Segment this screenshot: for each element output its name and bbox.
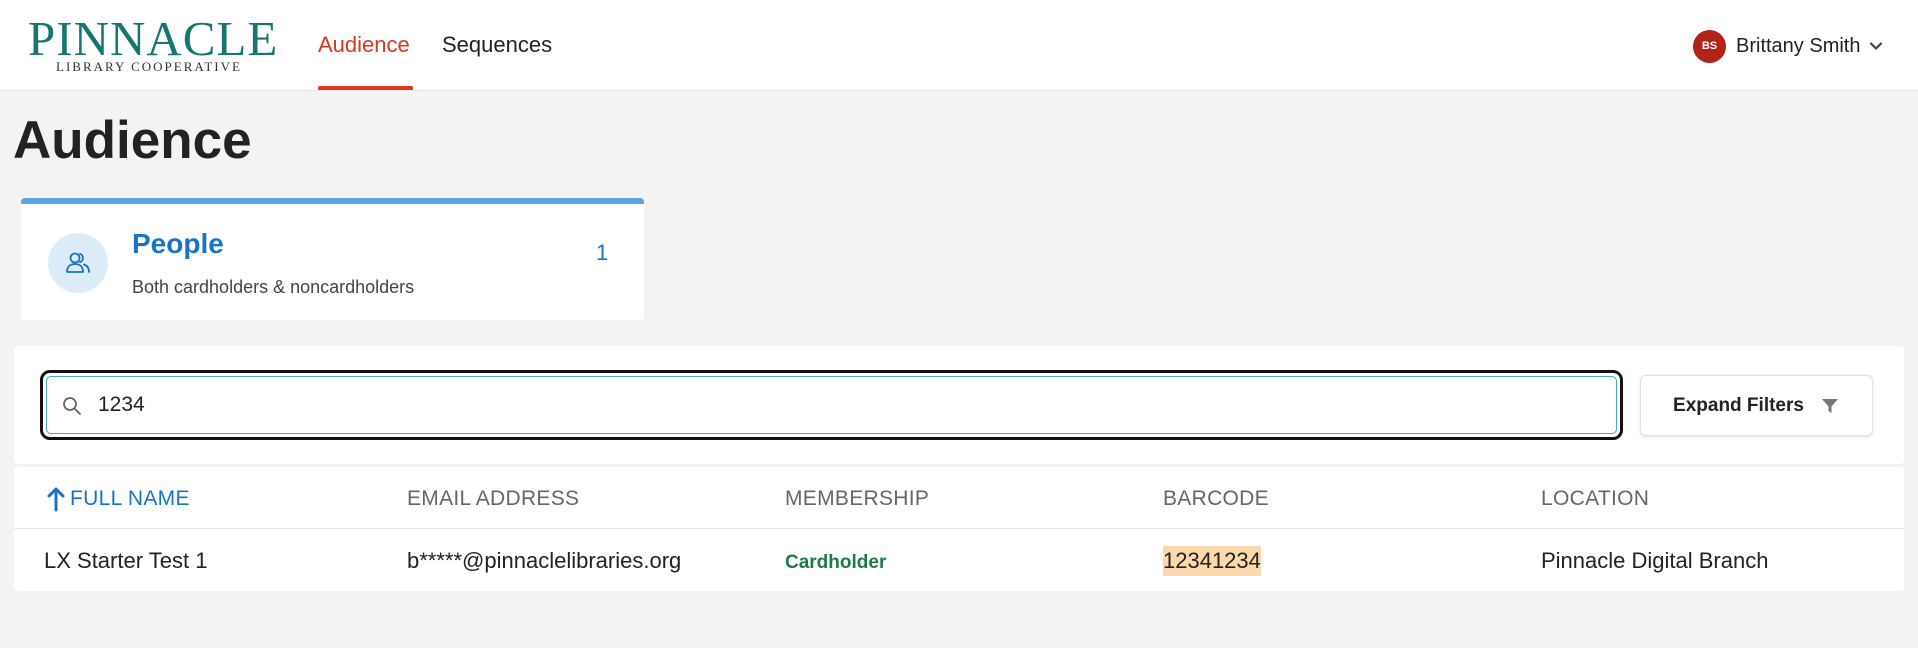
user-name: Brittany Smith xyxy=(1736,34,1861,57)
column-header-email[interactable]: EMAIL ADDRESS xyxy=(407,485,579,513)
user-menu[interactable]: BS Brittany Smith xyxy=(1693,28,1884,64)
search-input[interactable] xyxy=(98,387,1548,423)
cell-email: b*****@pinnaclelibraries.org xyxy=(407,548,682,573)
cell-full-name: LX Starter Test 1 xyxy=(44,548,208,573)
nav-tab-sequences[interactable]: Sequences xyxy=(442,30,552,60)
people-count: 1 xyxy=(596,240,609,265)
people-card[interactable]: People Both cardholders & noncardholders… xyxy=(21,198,644,320)
top-nav-bar: PINNACLE LIBRARY COOPERATIVE Audience Se… xyxy=(0,0,1918,91)
logo-subtitle: LIBRARY COOPERATIVE xyxy=(56,59,242,74)
search-focus-ring xyxy=(40,370,1623,440)
expand-filters-label: Expand Filters xyxy=(1673,394,1804,416)
nav-tab-audience[interactable]: Audience xyxy=(318,30,410,60)
people-card-subtitle: Both cardholders & noncardholders xyxy=(132,277,415,297)
cell-membership: Cardholder xyxy=(785,552,887,573)
expand-filters-button[interactable]: Expand Filters xyxy=(1640,375,1873,436)
logo-title: PINNACLE xyxy=(28,11,279,66)
people-icon xyxy=(48,233,108,293)
arrow-up-icon xyxy=(47,487,65,512)
table-header: FULL NAME EMAIL ADDRESS MEMBERSHIP BARCO… xyxy=(14,467,1904,529)
cell-location: Pinnacle Digital Branch xyxy=(1541,548,1769,573)
filter-icon xyxy=(1821,398,1838,413)
column-header-barcode[interactable]: BARCODE xyxy=(1163,485,1269,513)
column-header-location[interactable]: LOCATION xyxy=(1541,485,1649,513)
column-header-membership[interactable]: MEMBERSHIP xyxy=(785,485,929,513)
people-card-title: People xyxy=(132,228,224,259)
search-icon xyxy=(63,397,81,415)
cell-barcode: 12341234 xyxy=(1163,546,1261,576)
column-header-label: FULL NAME xyxy=(70,487,190,510)
avatar: BS xyxy=(1693,29,1726,63)
search-box[interactable] xyxy=(46,376,1617,434)
page-title: Audience xyxy=(13,111,252,170)
column-header-full-name[interactable]: FULL NAME xyxy=(46,485,190,513)
chevron-down-icon xyxy=(1870,42,1883,50)
pinnacle-logo[interactable]: PINNACLE LIBRARY COOPERATIVE xyxy=(28,14,277,76)
table-row[interactable]: LX Starter Test 1 b*****@pinnaclelibrari… xyxy=(14,530,1904,591)
audience-table: FULL NAME EMAIL ADDRESS MEMBERSHIP BARCO… xyxy=(14,467,1904,591)
active-tab-indicator xyxy=(318,86,413,90)
